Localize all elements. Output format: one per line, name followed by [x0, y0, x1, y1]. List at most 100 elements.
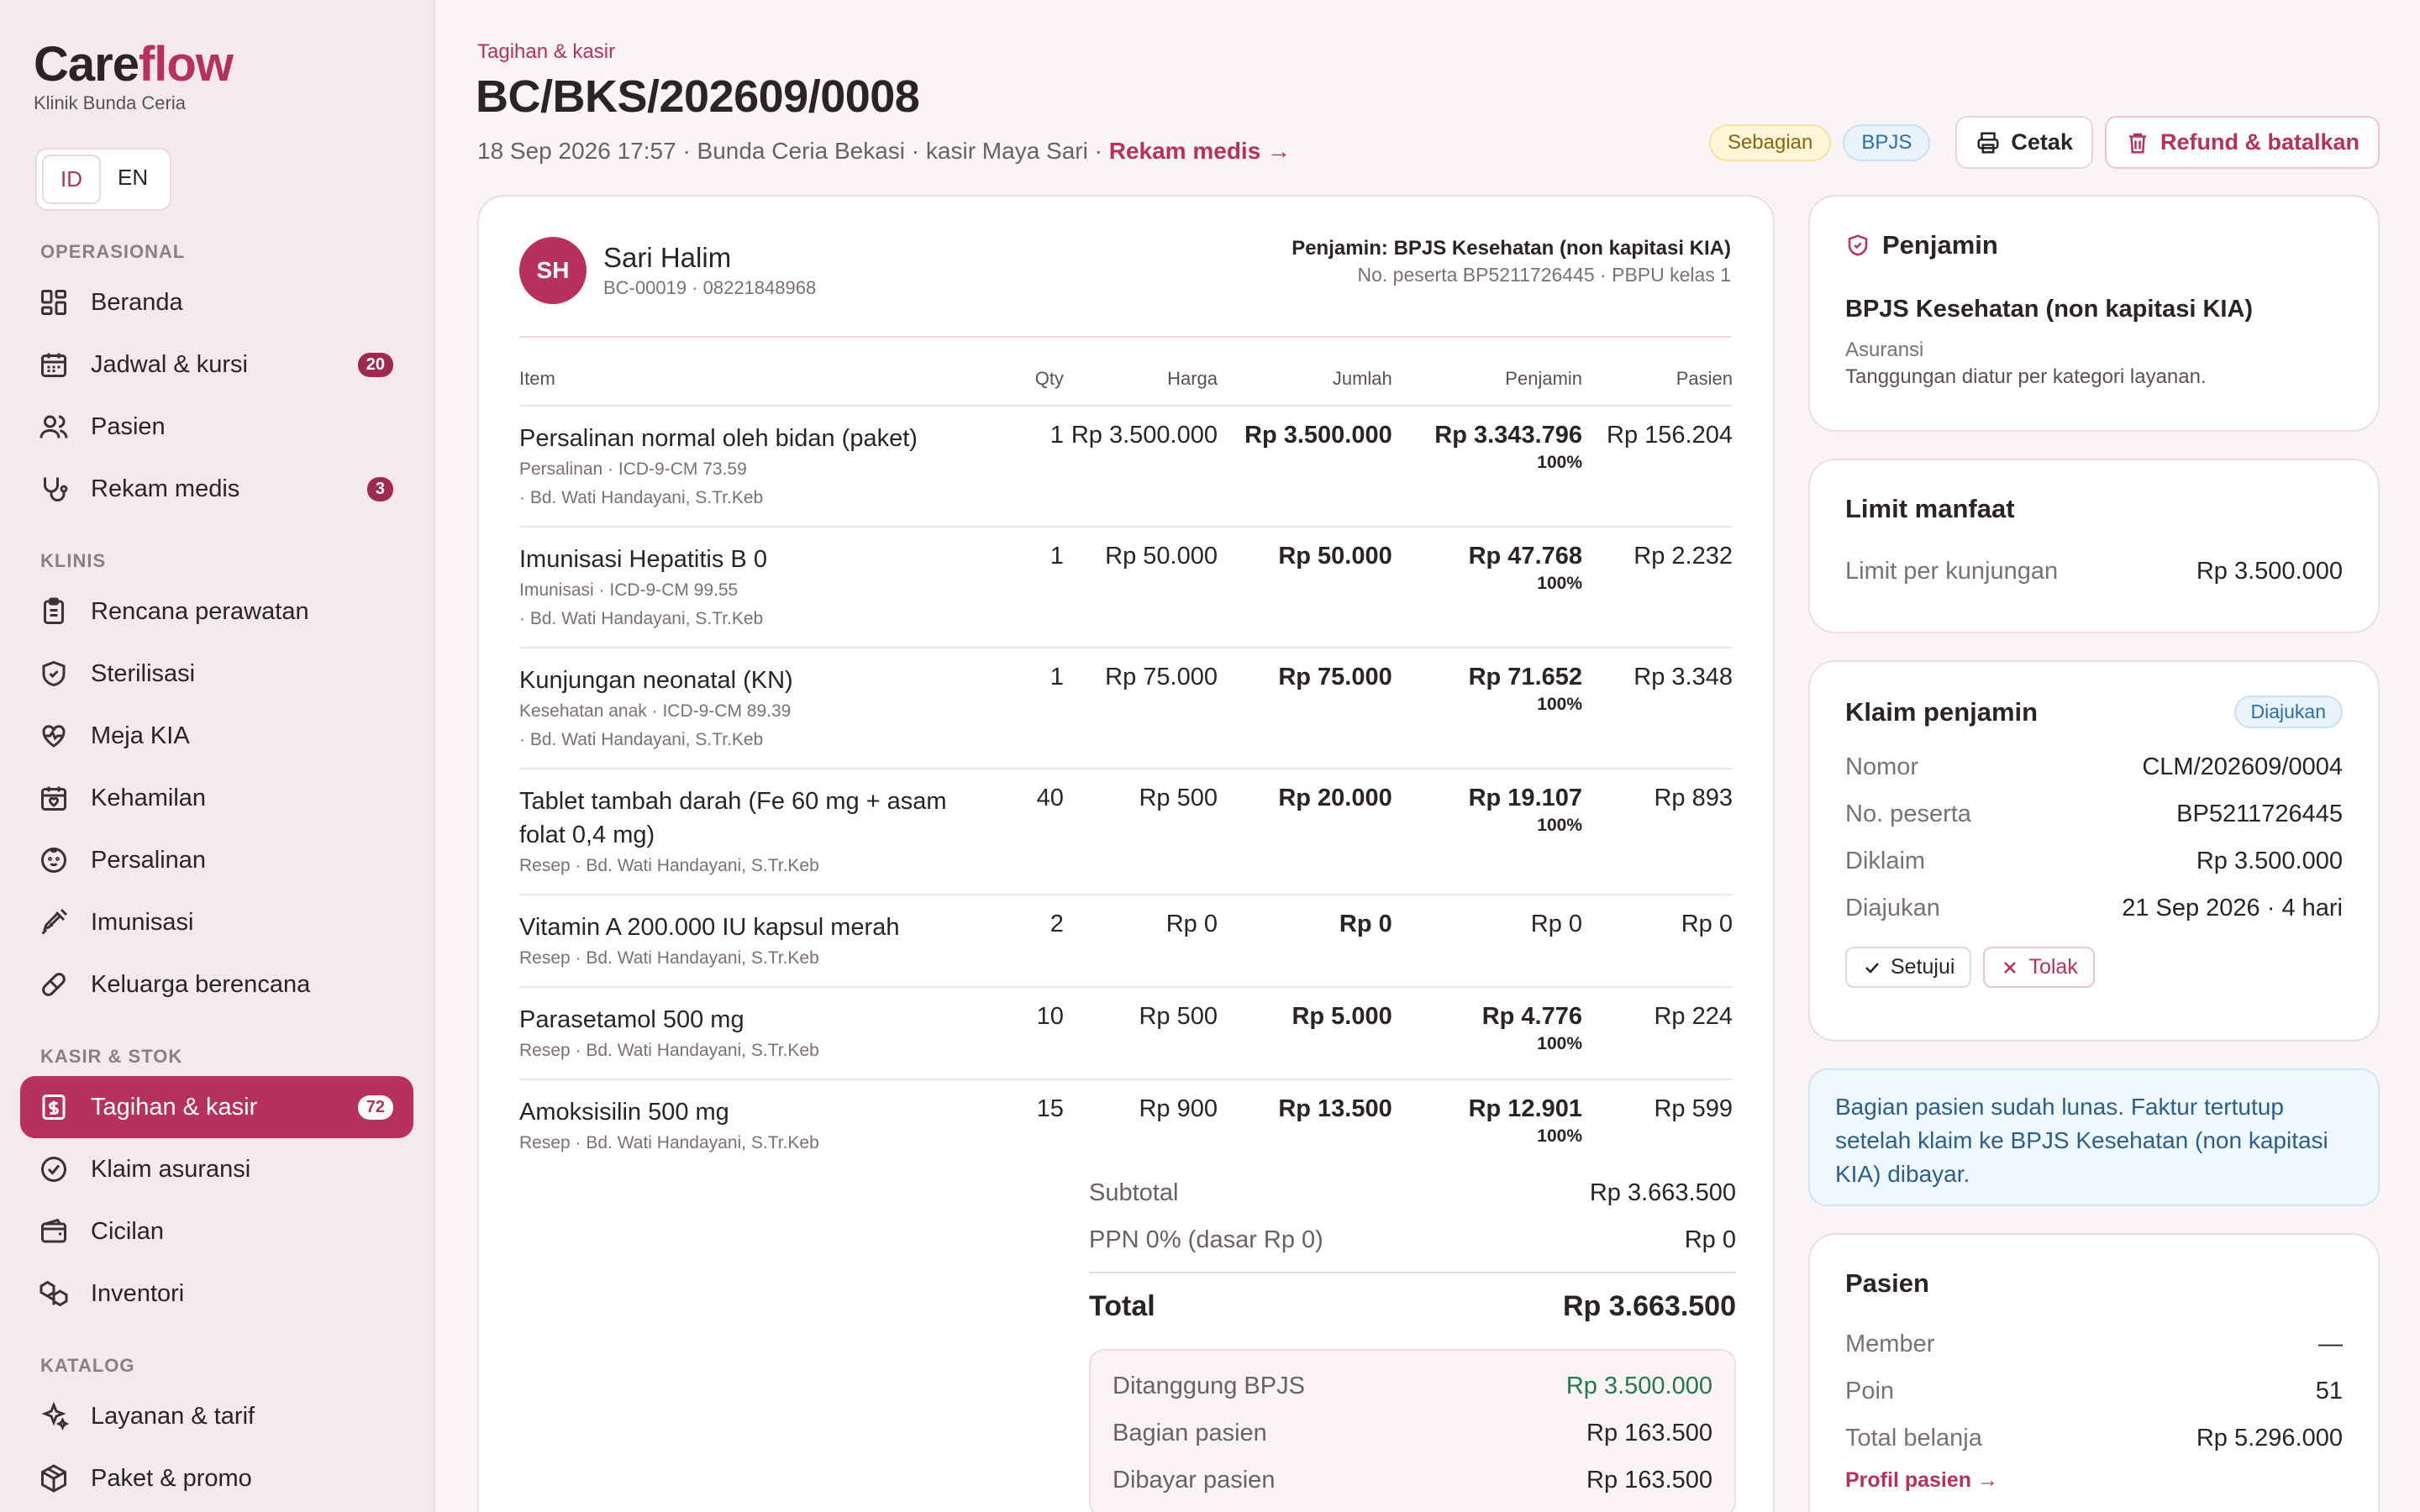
- sidebar-item-jadwal-kursi[interactable]: Jadwal & kursi 20: [20, 333, 413, 396]
- item-cell: Vitamin A 200.000 IU kapsul merah Resep ·…: [519, 895, 1003, 988]
- clipboard-icon: [44, 597, 64, 624]
- payer-cell: Rp 4.776 100%: [1392, 987, 1583, 1080]
- item-detail: Persalinan · ICD-9-CM 73.59: [519, 459, 747, 479]
- item-cell: Parasetamol 500 mg Resep · Bd. Wati Handa…: [519, 987, 1003, 1080]
- invoice-meta-text: 18 Sep 2026 17:57 · Bunda Ceria Bekasi ·…: [477, 138, 1109, 164]
- patient-detail-row: Total belanja Rp 5.296.000: [1845, 1415, 2343, 1462]
- sidebar-item-imunisasi[interactable]: Imunisasi: [20, 891, 413, 953]
- reject-button[interactable]: Tolak: [1983, 947, 2095, 988]
- stethoscope-icon: [44, 477, 68, 501]
- patient-detail-label: Total belanja: [1845, 1424, 1982, 1452]
- sidebar-item-kehamilan[interactable]: Kehamilan: [20, 767, 413, 829]
- patient-name: Sari Halim: [603, 242, 732, 273]
- coverage-percent: 100%: [1537, 1126, 1583, 1146]
- payer-cell: Rp 71.652 100%: [1392, 648, 1583, 769]
- approve-label: Setujui: [1891, 955, 1955, 979]
- sparkles-icon: [41, 1401, 69, 1431]
- table-row[interactable]: Imunisasi Hepatitis B 0 Imunisasi · ICD-9…: [519, 527, 1733, 648]
- sidebar-item-inventori[interactable]: Inventori: [20, 1263, 413, 1325]
- claim-detail-row: Diajukan 21 Sep 2026 · 4 hari: [1845, 885, 2343, 932]
- sidebar-item-label: Beranda: [91, 288, 183, 316]
- benefit-limit-card: Limit manfaat Limit per kunjungan Rp 3.50…: [1808, 459, 2380, 633]
- claim-detail-value: BP5211726445: [2176, 800, 2343, 827]
- payer-cell: Rp 19.107 100%: [1392, 769, 1583, 895]
- sidebar-item-label: Imunisasi: [91, 908, 194, 936]
- lang-id-button[interactable]: ID: [42, 155, 101, 204]
- column-header: Item: [519, 368, 1003, 407]
- tax-row: PPN 0% (dasar Rp 0) Rp 0: [1089, 1216, 1736, 1263]
- sidebar-item-keluarga-berencana[interactable]: Keluarga berencana: [20, 953, 413, 1016]
- coverage-percent: 100%: [1537, 453, 1583, 472]
- info-notice: Bagian pasien sudah lunas. Faktur tertut…: [1808, 1068, 2380, 1206]
- refund-cancel-button[interactable]: Refund & batalkan: [2104, 116, 2380, 169]
- item-detail: Resep · Bd. Wati Handayani, S.Tr.Keb: [519, 948, 819, 968]
- patient-detail-row: Poin 51: [1845, 1368, 2343, 1415]
- sidebar-item-beranda[interactable]: Beranda: [20, 271, 413, 333]
- subtotal-value: Rp 3.663.500: [1589, 1179, 1736, 1206]
- coverage-percent: 100%: [1537, 816, 1583, 835]
- claim-detail-label: Nomor: [1845, 753, 1919, 780]
- sidebar-item-meja-kia[interactable]: Meja KIA: [20, 705, 413, 767]
- sidebar-item-persalinan[interactable]: Persalinan: [20, 829, 413, 891]
- coverage-box: Ditanggung BPJS Rp 3.500.000 Bagian pasie…: [1089, 1349, 1736, 1512]
- sidebar-item-label: Keluarga berencana: [91, 970, 311, 998]
- medical-record-link[interactable]: Rekam medis →: [1109, 138, 1291, 164]
- covered-label: Ditanggung BPJS: [1113, 1372, 1305, 1399]
- count-badge: 3: [366, 476, 393, 501]
- print-button[interactable]: Cetak: [1955, 116, 2093, 169]
- breadcrumb[interactable]: Tagihan & kasir: [477, 40, 615, 64]
- amount-cell: Rp 50.000: [1218, 527, 1392, 648]
- table-row[interactable]: Tablet tambah darah (Fe 60 mg + asam fol…: [519, 769, 1733, 895]
- qty-cell: 1: [1002, 527, 1064, 648]
- item-name: Tablet tambah darah (Fe 60 mg + asam fol…: [519, 788, 947, 848]
- sidebar-item-klaim-asuransi[interactable]: Klaim asuransi: [20, 1138, 413, 1200]
- patient-details: Member — Poin 51 Total belanja Rp 5.296.000: [1845, 1320, 2343, 1462]
- sidebar-item-sterilisasi[interactable]: Sterilisasi: [20, 643, 413, 705]
- qty-cell: 40: [1002, 769, 1064, 895]
- sidebar-item-rekam-medis[interactable]: Rekam medis 3: [20, 458, 413, 520]
- item-name: Vitamin A 200.000 IU kapsul merah: [519, 914, 900, 941]
- table-body: Persalinan normal oleh bidan (paket) Pers…: [519, 406, 1733, 1171]
- sidebar-item-paket-promo[interactable]: Paket & promo: [20, 1447, 413, 1509]
- sidebar-item-cicilan[interactable]: Cicilan: [20, 1200, 413, 1263]
- item-name: Imunisasi Hepatitis B 0: [519, 546, 767, 573]
- claim-detail-value: 21 Sep 2026 · 4 hari: [2122, 894, 2343, 921]
- qty-cell: 1: [1002, 406, 1064, 528]
- sidebar-item-rencana-perawatan[interactable]: Rencana perawatan: [20, 580, 413, 643]
- page-title: BC/BKS/202609/0008: [476, 71, 920, 122]
- subtotal-row: Subtotal Rp 3.663.500: [1089, 1169, 1736, 1216]
- item-detail: Imunisasi · ICD-9-CM 99.55: [519, 580, 739, 600]
- qty-cell: 1: [1002, 648, 1064, 769]
- syringe-icon: [41, 908, 68, 935]
- sidebar-item-pasien[interactable]: Pasien: [20, 396, 413, 458]
- sidebar-item-layanan-tarif[interactable]: Layanan & tarif: [20, 1385, 413, 1447]
- patient-detail-label: Member: [1845, 1330, 1935, 1357]
- approve-button[interactable]: Setujui: [1845, 947, 1972, 988]
- paid-label: Dibayar pasien: [1113, 1466, 1276, 1494]
- sidebar: Careflow Klinik Bunda Ceria ID EN OPERAS…: [0, 0, 435, 1512]
- sidebar-item-label: Sterilisasi: [91, 659, 196, 687]
- payer-cell: Rp 12.901 100%: [1392, 1079, 1582, 1171]
- item-detail: Resep · Bd. Wati Handayani, S.Tr.Keb: [519, 1041, 819, 1060]
- table-row[interactable]: Vitamin A 200.000 IU kapsul merah Resep ·…: [519, 895, 1733, 988]
- sidebar-item-tagihan-kasir[interactable]: Tagihan & kasir 72: [20, 1076, 413, 1138]
- sidebar-item-label: Rencana perawatan: [91, 597, 309, 625]
- patient-share-cell: Rp 0: [1582, 895, 1733, 988]
- sidebar-item-label: Pasien: [91, 412, 166, 440]
- table-row[interactable]: Amoksisilin 500 mg Resep · Bd. Wati Handa…: [519, 1079, 1733, 1171]
- total-row: Total Rp 3.663.500: [1089, 1272, 1736, 1339]
- patient-detail-value: 51: [2315, 1377, 2343, 1404]
- lang-en-button[interactable]: EN: [101, 155, 165, 204]
- brand-logo[interactable]: Careflow: [34, 37, 413, 92]
- reject-label: Tolak: [2028, 955, 2078, 979]
- table-row[interactable]: Kunjungan neonatal (KN) Kesehatan anak · …: [519, 648, 1733, 769]
- patient-profile-link[interactable]: Profil pasien →: [1845, 1468, 2343, 1493]
- table-row[interactable]: Persalinan normal oleh bidan (paket) Pers…: [519, 406, 1733, 528]
- claim-detail-label: Diajukan: [1845, 894, 1940, 921]
- close-icon: [2004, 961, 2017, 974]
- claim-detail-label: Diklaim: [1845, 847, 1926, 874]
- table-row[interactable]: Parasetamol 500 mg Resep · Bd. Wati Handa…: [519, 987, 1733, 1080]
- sidebar-item-label: Inventori: [91, 1279, 185, 1307]
- sidebar-item-label: Tagihan & kasir: [91, 1093, 258, 1121]
- shield-icon: [1848, 234, 1868, 256]
